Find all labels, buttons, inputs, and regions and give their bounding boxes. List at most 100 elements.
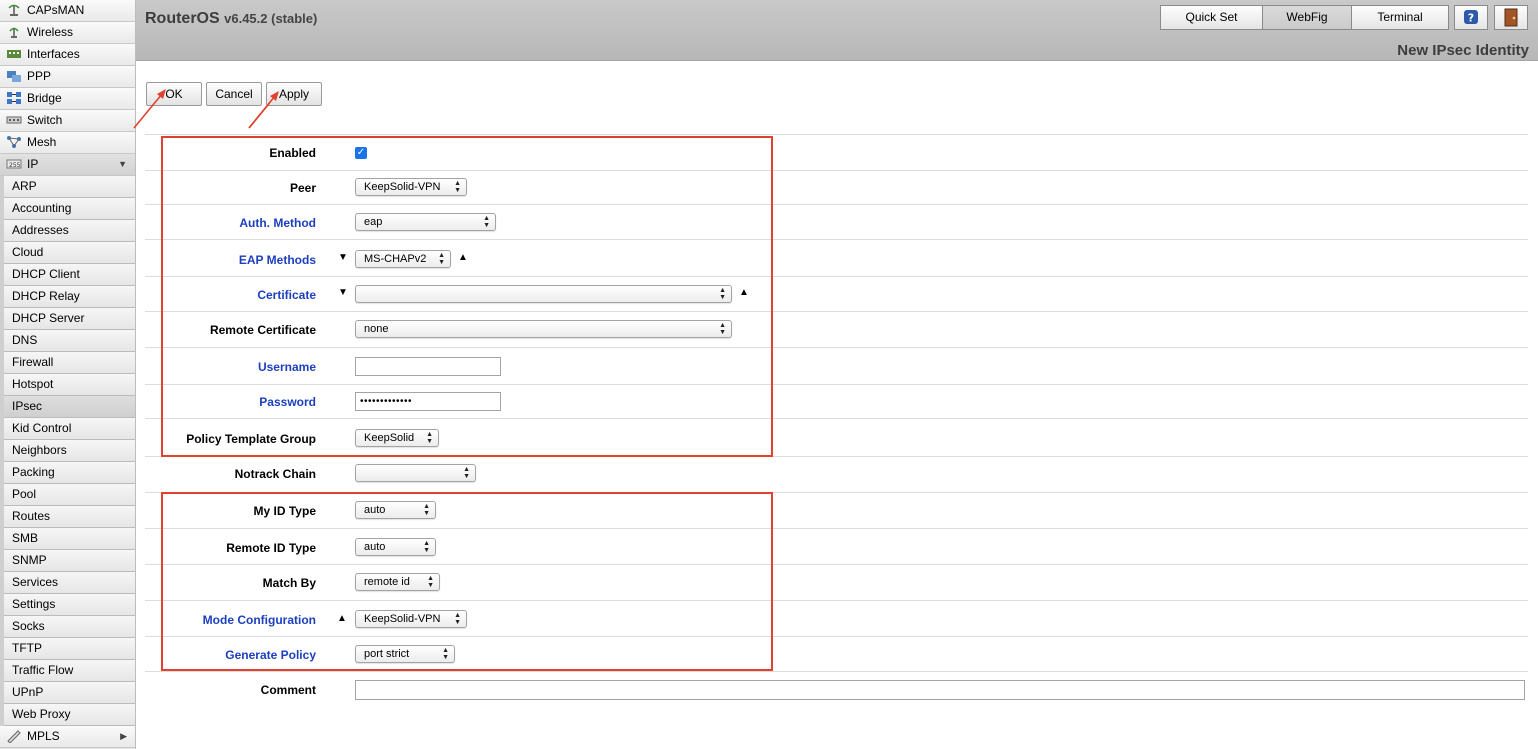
sidebar-item-mesh[interactable]: Mesh — [0, 132, 135, 154]
my-id-type-select[interactable]: auto ▲ ▼ — [355, 501, 436, 519]
tab-terminal[interactable]: Terminal — [1352, 5, 1449, 30]
mode-configuration-value: KeepSolid-VPN — [364, 613, 441, 625]
eap-methods-select[interactable]: MS-CHAPv2 ▲ ▼ — [355, 250, 451, 268]
sidebar-item-mpls[interactable]: MPLS ▶ — [0, 726, 135, 748]
sidebar-item-smb[interactable]: SMB — [4, 528, 135, 550]
mode-configuration-toggle-icon[interactable]: ▲ — [337, 613, 347, 624]
sidebar-item-kid-control[interactable]: Kid Control — [4, 418, 135, 440]
my-id-type-label: My ID Type — [253, 504, 316, 518]
updown-arrow-icon: ▲ ▼ — [442, 647, 449, 661]
updown-arrow-icon: ▲ ▼ — [426, 431, 433, 445]
enabled-label: Enabled — [269, 146, 316, 160]
apply-arrow — [248, 91, 279, 129]
help-icon: ? — [1464, 10, 1478, 25]
mode-configuration-select[interactable]: KeepSolid-VPN ▲ ▼ — [355, 610, 467, 628]
sidebar-item-arp[interactable]: ARP — [4, 176, 135, 198]
eap-methods-add-icon[interactable]: ▲ — [458, 252, 468, 263]
sidebar-item-capsman[interactable]: CAPsMAN — [0, 0, 135, 22]
peer-select[interactable]: KeepSolid-VPN ▲ ▼ — [355, 178, 467, 196]
sidebar-item-dhcp-server[interactable]: DHCP Server — [4, 308, 135, 330]
sidebar-item-bridge[interactable]: Bridge — [0, 88, 135, 110]
my-id-type-value: auto — [364, 504, 386, 516]
remote-id-type-value: auto — [364, 541, 386, 553]
certificate-select[interactable]: ▲ ▼ — [355, 285, 732, 303]
sidebar-item-label: CAPsMAN — [27, 3, 85, 17]
sidebar-item-services[interactable]: Services — [4, 572, 135, 594]
notrack-chain-label: Notrack Chain — [234, 467, 316, 481]
mode-tabs: Quick Set WebFig Terminal — [1160, 5, 1449, 30]
remote-certificate-label: Remote Certificate — [209, 323, 316, 337]
sidebar-item-dhcp-relay[interactable]: DHCP Relay — [4, 286, 135, 308]
sidebar-item-packing[interactable]: Packing — [4, 462, 135, 484]
eap-methods-value: MS-CHAPv2 — [364, 253, 427, 265]
sidebar-item-label: Wireless — [27, 25, 74, 39]
sidebar-item-upnp[interactable]: UPnP — [4, 682, 135, 704]
username-label: Username — [257, 360, 316, 374]
policy-template-group-select[interactable]: KeepSolid ▲ ▼ — [355, 429, 439, 447]
sidebar-item-neighbors[interactable]: Neighbors — [4, 440, 135, 462]
notrack-chain-select[interactable]: ▲ ▼ — [355, 464, 476, 482]
sidebar-item-dhcp-client[interactable]: DHCP Client — [4, 264, 135, 286]
logout-button[interactable] — [1494, 5, 1528, 30]
ip-submenu: ARP Accounting Addresses Cloud DHCP Client DH… — [0, 176, 135, 726]
wireless-icon — [9, 27, 19, 38]
sidebar-item-cloud[interactable]: Cloud — [4, 242, 135, 264]
sidebar-item-ppp[interactable]: PPP — [0, 66, 135, 88]
sidebar-item-ipsec[interactable]: IPsec — [4, 396, 135, 418]
page-title: New IPsec Identity — [1397, 42, 1529, 59]
remote-certificate-select[interactable]: none ▲ ▼ — [355, 320, 732, 338]
sidebar-item-firewall[interactable]: Firewall — [4, 352, 135, 374]
sidebar-item-ip[interactable]: 255 IP ▼ — [0, 154, 135, 176]
sidebar-item-traffic-flow[interactable]: Traffic Flow — [4, 660, 135, 682]
sidebar-item-label: MPLS — [27, 729, 60, 743]
password-input[interactable]: ••••••••••••• — [355, 392, 501, 411]
sidebar-item-interfaces[interactable]: Interfaces — [0, 44, 135, 66]
match-by-label: Match By — [262, 576, 316, 590]
ip-icon: 255 — [6, 159, 22, 169]
certificate-add-icon[interactable]: ▲ — [739, 287, 749, 298]
updown-arrow-icon: ▲ ▼ — [423, 540, 430, 554]
sidebar-item-tftp[interactable]: TFTP — [4, 638, 135, 660]
tab-webfig[interactable]: WebFig — [1263, 5, 1352, 30]
eap-methods-collapse-icon[interactable]: ▼ — [338, 252, 348, 263]
sidebar-item-socks[interactable]: Socks — [4, 616, 135, 638]
remote-id-type-select[interactable]: auto ▲ ▼ — [355, 538, 436, 556]
updown-arrow-icon: ▲ ▼ — [719, 322, 726, 336]
ppp-icon — [7, 71, 21, 82]
sidebar-item-snmp[interactable]: SNMP — [4, 550, 135, 572]
svg-text:255: 255 — [9, 162, 21, 169]
updown-arrow-icon: ▲ ▼ — [427, 575, 434, 589]
sidebar-item-wireless[interactable]: Wireless — [0, 22, 135, 44]
updown-arrow-icon: ▲ ▼ — [454, 180, 461, 194]
sidebar-item-label: Switch — [27, 113, 63, 127]
sidebar-item-dns[interactable]: DNS — [4, 330, 135, 352]
sidebar-item-hotspot[interactable]: Hotspot — [4, 374, 135, 396]
tab-quick-set[interactable]: Quick Set — [1160, 5, 1263, 30]
username-input[interactable] — [355, 357, 501, 376]
sidebar-item-settings[interactable]: Settings — [4, 594, 135, 616]
generate-policy-value: port strict — [364, 648, 410, 660]
sidebar-item-routes[interactable]: Routes — [4, 506, 135, 528]
auth-method-label: Auth. Method — [239, 216, 316, 230]
separator — [145, 134, 1528, 135]
auth-method-select[interactable]: eap ▲ ▼ — [355, 213, 496, 231]
auth-method-value: eap — [364, 216, 383, 228]
sidebar-item-switch[interactable]: Switch — [0, 110, 135, 132]
sidebar-item-addresses[interactable]: Addresses — [4, 220, 135, 242]
sidebar-item-web-proxy[interactable]: Web Proxy — [4, 704, 135, 726]
password-label: Password — [259, 395, 316, 409]
eap-methods-label: EAP Methods — [238, 253, 316, 267]
enabled-checkbox[interactable]: ✓ — [355, 147, 367, 159]
sidebar-item-accounting[interactable]: Accounting — [4, 198, 135, 220]
sidebar-item-pool[interactable]: Pool — [4, 484, 135, 506]
version-label: v6.45.2 (stable) — [224, 11, 318, 26]
remote-id-type-label: Remote ID Type — [226, 541, 316, 555]
generate-policy-select[interactable]: port strict ▲ ▼ — [355, 645, 455, 663]
help-button[interactable]: ? — [1454, 5, 1488, 30]
chevron-right-icon: ▶ — [120, 731, 127, 741]
comment-textarea[interactable] — [355, 680, 1525, 700]
match-by-select[interactable]: remote id ▲ ▼ — [355, 573, 440, 591]
sidebar-item-label: Bridge — [27, 91, 62, 105]
certificate-collapse-icon[interactable]: ▼ — [338, 287, 348, 298]
mode-configuration-label: Mode Configuration — [202, 613, 316, 627]
